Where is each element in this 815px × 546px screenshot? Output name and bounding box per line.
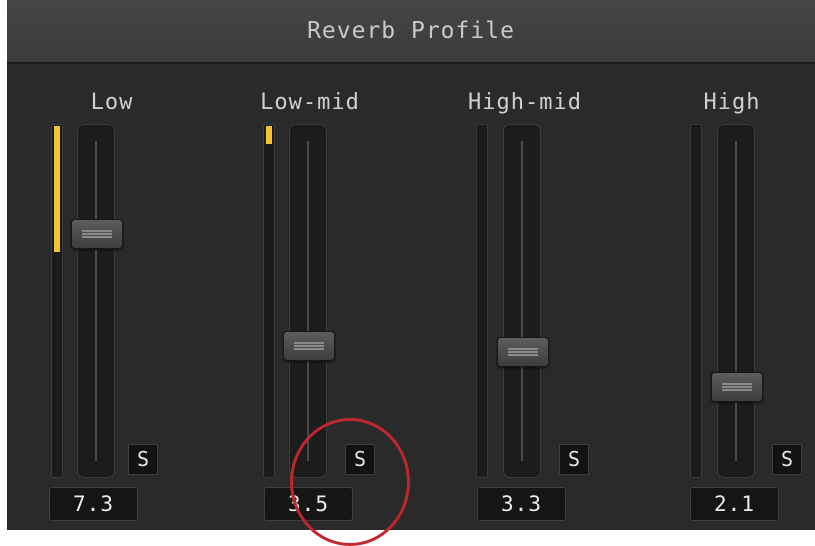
solo-button[interactable]: S	[772, 444, 802, 475]
channel-label: High-mid	[468, 90, 582, 115]
slider-groove	[735, 141, 737, 461]
solo-button[interactable]: S	[559, 444, 589, 475]
channel-high: High S 2.1	[662, 64, 815, 530]
solo-button[interactable]: S	[128, 444, 158, 475]
value-field[interactable]: 2.1	[690, 487, 779, 521]
panel-header: Reverb Profile	[7, 0, 815, 64]
channel-label: Low	[90, 90, 134, 115]
panel-title: Reverb Profile	[307, 18, 515, 44]
gain-slider-handle[interactable]	[283, 331, 335, 362]
value-field[interactable]: 7.3	[49, 487, 138, 521]
channel-low: Low S 7.3	[37, 64, 227, 530]
channel-label: High	[703, 90, 761, 115]
gain-slider-track[interactable]	[283, 124, 335, 478]
gain-slider-handle[interactable]	[497, 336, 549, 367]
gain-slider-handle[interactable]	[711, 372, 763, 403]
value-field[interactable]: 3.3	[477, 487, 566, 521]
channel-high-mid: High-mid S 3.3	[449, 64, 639, 530]
value-field[interactable]: 3.5	[264, 487, 353, 521]
gain-slider-handle[interactable]	[71, 219, 123, 250]
solo-button[interactable]: S	[345, 444, 375, 475]
level-meter-fill	[266, 126, 272, 144]
slider-groove	[95, 141, 97, 461]
channel-low-mid: Low-mid S 3.5	[237, 64, 427, 530]
channel-label: Low-mid	[260, 90, 360, 115]
gain-slider-track[interactable]	[711, 124, 763, 478]
level-meter	[51, 124, 63, 478]
level-meter	[476, 124, 488, 478]
slider-groove	[307, 141, 309, 461]
level-meter	[690, 124, 702, 478]
slider-groove	[521, 141, 523, 461]
gain-slider-track[interactable]	[71, 124, 123, 478]
reverb-profile-panel: Reverb Profile Low S 7.3 Low-mid S 3.5 H…	[7, 0, 815, 530]
gain-slider-track[interactable]	[497, 124, 549, 478]
level-meter-fill	[54, 126, 60, 252]
level-meter	[263, 124, 275, 478]
